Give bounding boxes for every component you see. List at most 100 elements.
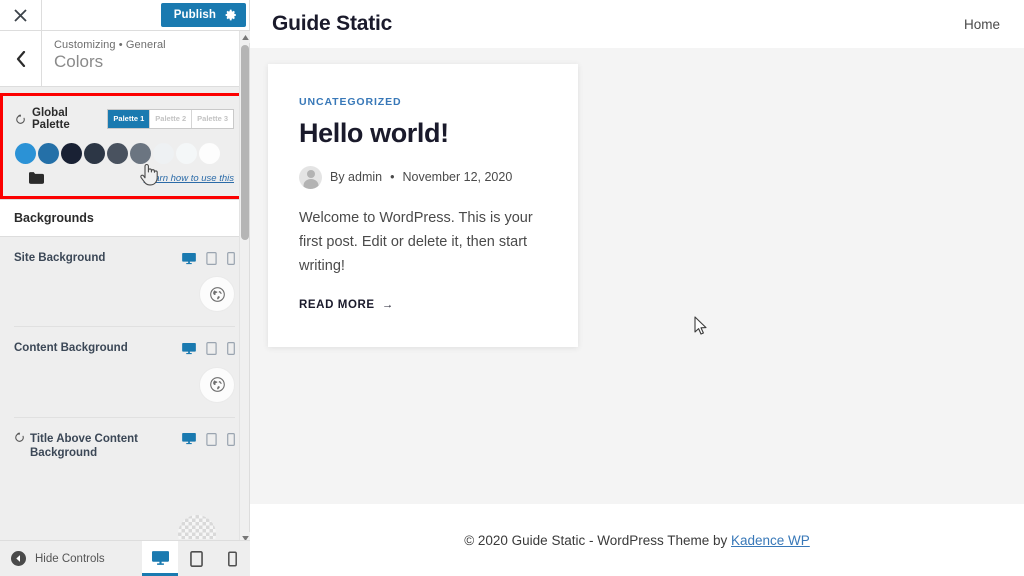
- mobile-icon[interactable]: [227, 252, 235, 265]
- desktop-icon[interactable]: [182, 433, 196, 445]
- preview-device-switcher: [142, 541, 250, 576]
- global-palette-header: Global Palette Palette 1 Palette 2 Palet…: [15, 107, 234, 131]
- global-palette-section: Global Palette Palette 1 Palette 2 Palet…: [0, 93, 249, 199]
- palette-swatch-6[interactable]: [130, 143, 151, 164]
- customizer-topbar: Publish: [0, 0, 249, 31]
- tablet-icon[interactable]: [206, 252, 217, 265]
- mobile-icon[interactable]: [227, 432, 235, 446]
- customizer-screen: Publish Customizing • General Colors Glo…: [0, 0, 1024, 576]
- hide-controls-button[interactable]: Hide Controls: [0, 541, 142, 576]
- post-category[interactable]: UNCATEGORIZED: [299, 96, 548, 108]
- desktop-icon[interactable]: [182, 252, 196, 265]
- site-background-device-tabs: [182, 251, 235, 265]
- arrow-cursor: [694, 316, 708, 341]
- post-meta: By admin • November 12, 2020: [299, 165, 548, 189]
- content-background-row: Content Background: [14, 341, 235, 356]
- site-background-row: Site Background: [14, 251, 235, 265]
- tablet-icon[interactable]: [206, 342, 217, 356]
- global-palette-footer: Learn how to use this: [15, 172, 234, 184]
- site-background-picker-row: [14, 276, 235, 313]
- palette-swatch-7[interactable]: [153, 143, 174, 164]
- global-palette-title: Global Palette: [32, 107, 70, 131]
- palette-swatch-5[interactable]: [107, 143, 128, 164]
- palette-swatch-9[interactable]: [199, 143, 220, 164]
- customizer-sidebar: Publish Customizing • General Colors Glo…: [0, 0, 250, 576]
- nav-link-home[interactable]: Home: [964, 17, 1000, 32]
- publish-label: Publish: [173, 9, 216, 21]
- mobile-icon[interactable]: [227, 342, 235, 356]
- site-preview: Guide Static Home UNCATEGORIZED Hello wo…: [250, 0, 1024, 576]
- palette-swatch-2[interactable]: [38, 143, 59, 164]
- panel-header: Customizing • General Colors: [0, 31, 249, 87]
- avatar: [299, 165, 322, 189]
- transparent-swatch-circle: [178, 515, 216, 539]
- content-background-picker-row: [14, 366, 235, 403]
- desktop-icon[interactable]: [182, 342, 196, 355]
- learn-how-to-use-link[interactable]: Learn how to use this: [144, 173, 234, 184]
- desktop-preview-icon[interactable]: [142, 541, 178, 576]
- palette-swatches: [15, 143, 234, 164]
- close-customizer-button[interactable]: [0, 0, 42, 30]
- palette-tabs: Palette 1 Palette 2 Palette 3: [107, 109, 234, 129]
- post-title[interactable]: Hello world!: [299, 118, 548, 149]
- sidebar-scrollbar[interactable]: [239, 31, 250, 544]
- page-title: Colors: [54, 52, 104, 71]
- title-above-content-label-wrap: Title Above Content Background: [14, 431, 164, 461]
- globe-icon[interactable]: [199, 276, 235, 313]
- palette-swatch-1[interactable]: [15, 143, 36, 164]
- hide-controls-label: Hide Controls: [35, 552, 105, 565]
- palette-swatch-3[interactable]: [61, 143, 82, 164]
- read-more-label: READ MORE: [299, 299, 375, 312]
- site-header: Guide Static Home: [250, 0, 1024, 48]
- reset-icon[interactable]: [14, 431, 25, 443]
- control-title-above-content-background: Title Above Content Background: [0, 418, 249, 461]
- scrollbar-thumb[interactable]: [241, 45, 249, 240]
- sidebar-footer: Hide Controls: [0, 540, 250, 576]
- title-above-content-device-tabs: [182, 432, 235, 446]
- control-content-background: Content Background: [0, 327, 249, 403]
- tablet-preview-icon[interactable]: [178, 541, 214, 576]
- post-excerpt: Welcome to WordPress. This is your first…: [299, 209, 533, 274]
- gear-icon[interactable]: [225, 9, 237, 21]
- site-background-label: Site Background: [14, 252, 106, 264]
- back-button[interactable]: [0, 31, 42, 86]
- controls-scroll-area: Site Background Content Background Title…: [0, 237, 249, 461]
- title-above-content-background-label: Title Above Content Background: [30, 432, 138, 460]
- palette-swatch-4[interactable]: [84, 143, 105, 164]
- tablet-icon[interactable]: [206, 432, 217, 446]
- breadcrumb: Customizing • General: [54, 39, 166, 51]
- folder-icon[interactable]: [29, 172, 44, 184]
- close-icon: [14, 8, 27, 22]
- post-card: UNCATEGORIZED Hello world! By admin • No…: [268, 64, 578, 348]
- transparent-swatch[interactable]: [178, 515, 216, 539]
- panel-header-text: Customizing • General Colors: [42, 31, 166, 86]
- site-footer: © 2020 Guide Static - WordPress Theme by…: [250, 504, 1024, 576]
- backgrounds-section-title: Backgrounds: [0, 199, 249, 237]
- read-more-link[interactable]: READ MORE →: [299, 299, 394, 311]
- global-palette-label-wrap: Global Palette: [15, 107, 107, 131]
- site-background-label-wrap: Site Background: [14, 251, 105, 265]
- mobile-preview-icon[interactable]: [214, 541, 250, 576]
- meta-separator: •: [390, 170, 395, 185]
- publish-button[interactable]: Publish: [160, 3, 246, 27]
- content-background-device-tabs: [182, 341, 235, 356]
- palette-tab-2[interactable]: Palette 2: [150, 110, 193, 128]
- footer-link-kadence-wp[interactable]: Kadence WP: [731, 533, 810, 548]
- palette-tab-3[interactable]: Palette 3: [192, 110, 233, 128]
- palette-swatch-8[interactable]: [176, 143, 197, 164]
- post-author: By admin: [330, 170, 383, 185]
- footer-text-wrap: © 2020 Guide Static - WordPress Theme by…: [464, 533, 810, 548]
- control-site-background: Site Background: [0, 237, 249, 313]
- chevron-left-icon: [16, 50, 25, 67]
- footer-copyright: © 2020 Guide Static - WordPress Theme by: [464, 532, 732, 548]
- globe-icon[interactable]: [199, 366, 235, 403]
- content-background-label-wrap: Content Background: [14, 341, 128, 355]
- site-title[interactable]: Guide Static: [272, 12, 392, 36]
- content-background-label: Content Background: [14, 342, 128, 355]
- collapse-icon: [11, 551, 26, 566]
- palette-tab-1[interactable]: Palette 1: [108, 110, 151, 128]
- reset-icon[interactable]: [15, 113, 26, 125]
- post-date: November 12, 2020: [402, 170, 513, 185]
- caret-up-icon[interactable]: [240, 31, 250, 43]
